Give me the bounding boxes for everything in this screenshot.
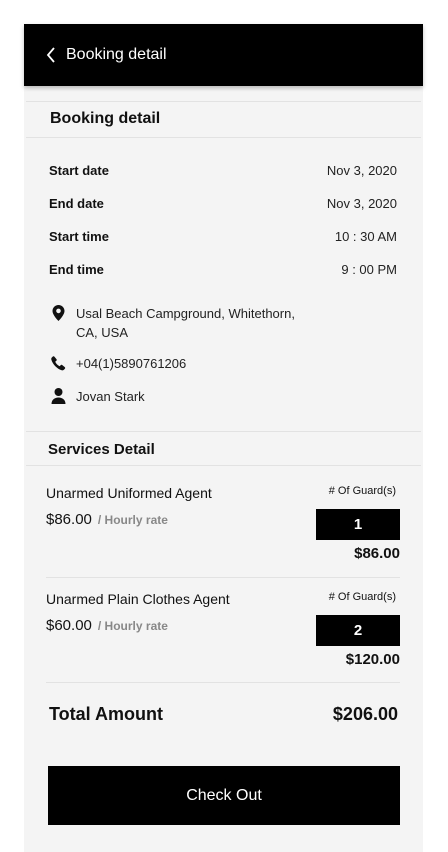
divider	[46, 577, 400, 578]
total-amount-label: Total Amount	[49, 704, 163, 724]
location-pin-icon	[50, 304, 66, 322]
guard-count-box: 2	[316, 615, 400, 646]
back-button[interactable]: Booking detail	[46, 46, 167, 64]
guard-count-box: 1	[316, 509, 400, 540]
service-price-value: $86.00	[46, 511, 92, 528]
total-amount-row: Total Amount $206.00	[49, 704, 398, 725]
detail-row-start-date: Start date Nov 3, 2020	[49, 163, 397, 178]
hourly-rate-label: / Hourly rate	[97, 513, 168, 527]
end-date-value: Nov 3, 2020	[326, 196, 397, 211]
detail-row-start-time: Start time 10 : 30 AM	[49, 229, 397, 244]
check-out-button[interactable]: Check Out	[48, 766, 400, 825]
start-time-value: 10 : 30 AM	[334, 229, 397, 244]
user-icon	[50, 387, 66, 405]
start-date-label: Start date	[49, 163, 109, 178]
booking-section-title: Booking detail	[50, 110, 161, 127]
start-time-label: Start time	[49, 229, 109, 244]
services-section-title: Services Detail	[48, 441, 155, 458]
phone-info: +04(1)5890761206	[50, 354, 350, 373]
service-price: $86.00 / Hourly rate	[46, 511, 168, 528]
end-time-label: End time	[49, 262, 104, 277]
service-item: Unarmed Plain Clothes Agent $60.00 / Hour…	[46, 591, 400, 681]
location-line-1: Usal Beach Campground, Whitethorn,	[76, 306, 295, 321]
guard-count-label: # Of Guard(s)	[328, 485, 396, 497]
app-bar-title: Booking detail	[66, 46, 167, 63]
service-item: Unarmed Uniformed Agent $86.00 / Hourly r…	[46, 485, 400, 575]
chevron-left-icon	[46, 47, 55, 63]
detail-row-end-date: End date Nov 3, 2020	[49, 196, 397, 211]
divider	[26, 431, 421, 432]
guard-count-label: # Of Guard(s)	[328, 591, 396, 603]
end-date-label: End date	[49, 196, 104, 211]
service-name: Unarmed Plain Clothes Agent	[46, 591, 230, 607]
total-amount-value: $206.00	[332, 704, 398, 724]
service-name: Unarmed Uniformed Agent	[46, 485, 212, 501]
phone-number[interactable]: +04(1)5890761206	[76, 354, 186, 373]
booking-detail-screen: Booking detail Booking detail Start date…	[24, 24, 423, 852]
divider	[26, 101, 421, 102]
divider	[26, 137, 421, 138]
service-total: $120.00	[345, 651, 400, 668]
service-price-value: $60.00	[46, 617, 92, 634]
divider	[46, 682, 400, 683]
divider	[26, 465, 421, 466]
phone-icon	[50, 354, 66, 372]
customer-name: Jovan Stark	[76, 389, 145, 404]
top-app-bar: Booking detail	[24, 24, 423, 86]
location-text: Usal Beach Campground, Whitethorn, CA, U…	[76, 304, 295, 342]
service-total: $86.00	[354, 545, 400, 562]
hourly-rate-label: / Hourly rate	[97, 619, 168, 633]
location-line-2: CA, USA	[76, 325, 129, 340]
customer-info: Jovan Stark	[50, 387, 350, 406]
start-date-value: Nov 3, 2020	[326, 163, 397, 178]
detail-row-end-time: End time 9 : 00 PM	[49, 262, 397, 277]
end-time-value: 9 : 00 PM	[341, 262, 397, 277]
location-info: Usal Beach Campground, Whitethorn, CA, U…	[50, 304, 350, 342]
service-price: $60.00 / Hourly rate	[46, 617, 168, 634]
